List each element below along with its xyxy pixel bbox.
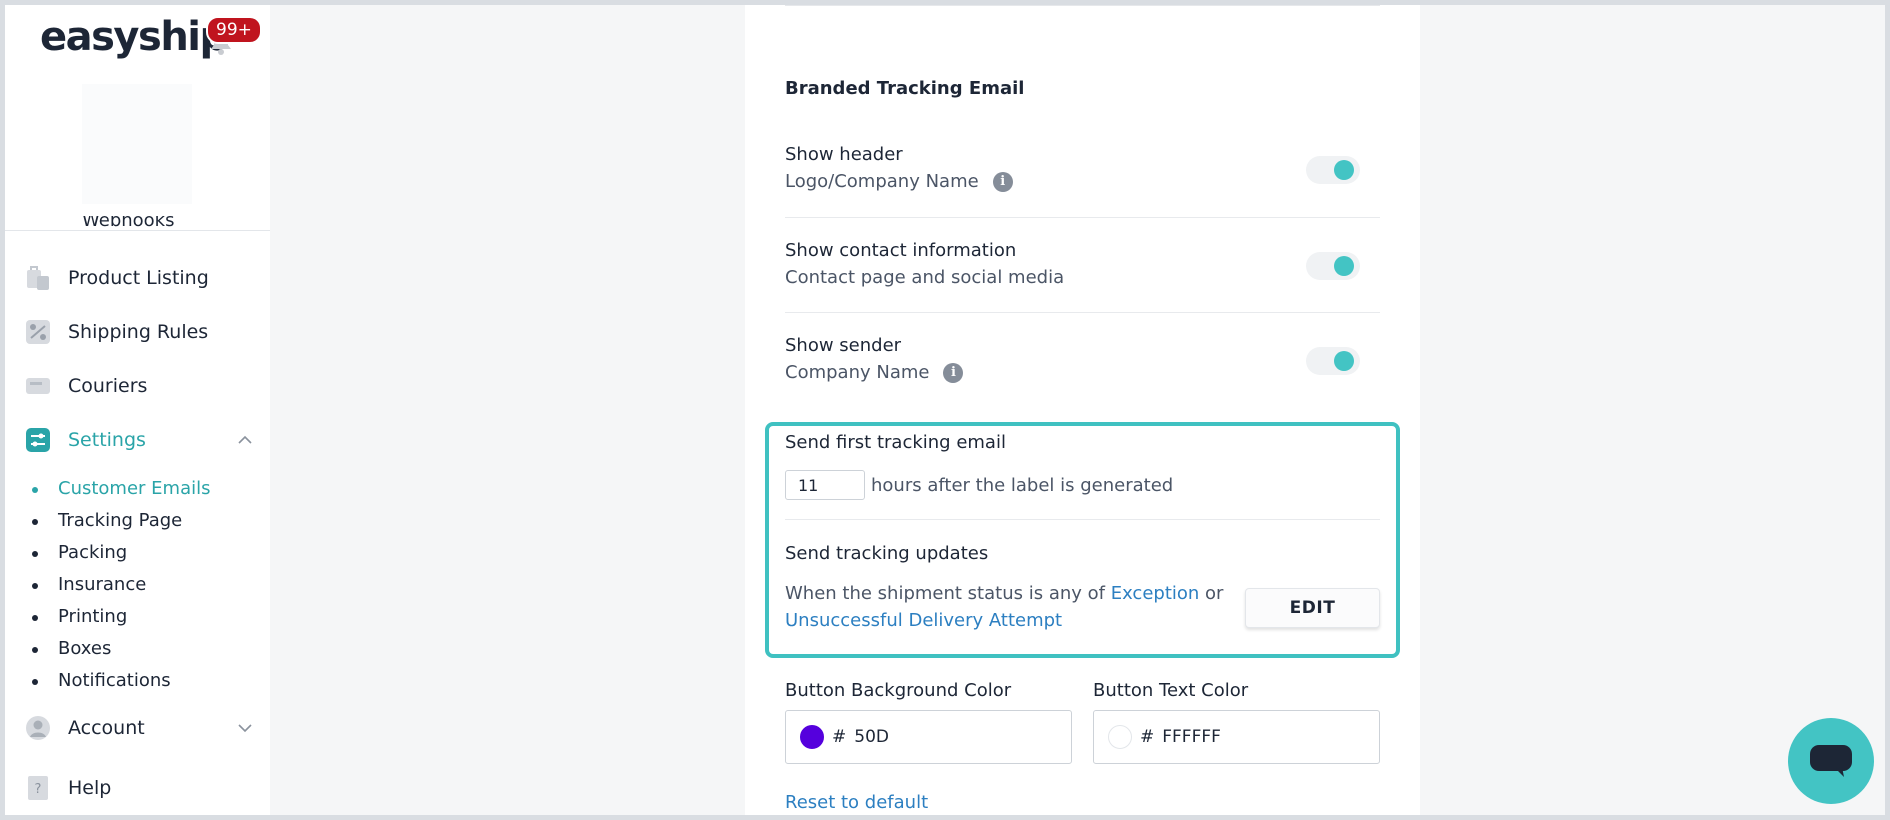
- button-text-label: Button Text Color: [1093, 680, 1249, 701]
- sidebar-item-product-listing[interactable]: Product Listing: [24, 263, 254, 293]
- sidebar-item-label: Webhooks: [82, 216, 175, 230]
- option-sub: Contact page and social media: [785, 264, 1380, 292]
- easyship-logo[interactable]: easyship: [40, 14, 231, 60]
- chevron-up-icon[interactable]: [236, 431, 254, 449]
- hours-row: hours after the label is generated: [785, 470, 1173, 500]
- first-email-section: Send first tracking email: [785, 430, 1380, 456]
- product-listing-icon: [27, 266, 49, 290]
- brand-name: easyship: [40, 14, 228, 60]
- option-sub: Logo/Company Name i: [785, 168, 1380, 196]
- submenu-tracking-page[interactable]: Tracking Page: [28, 505, 210, 537]
- sidebar-item-label: Couriers: [68, 375, 148, 397]
- sidebar-item-couriers[interactable]: Couriers: [24, 371, 254, 401]
- submenu-notifications[interactable]: Notifications: [28, 665, 210, 697]
- sidebar-item-label: Shipping Rules: [68, 321, 209, 343]
- divider: [785, 4, 1380, 6]
- color-value: 50D: [854, 727, 889, 747]
- first-email-label: Send first tracking email: [785, 432, 1006, 453]
- option-description: Contact page and social media: [785, 267, 1065, 288]
- toggle-knob: [1334, 160, 1354, 180]
- settings-submenu: Customer Emails Tracking Page Packing In…: [28, 473, 210, 697]
- status-unsuccessful-link[interactable]: Unsuccessful Delivery Attempt: [785, 610, 1062, 631]
- account-icon: [26, 716, 50, 740]
- option-show-contact: Show contact information Contact page an…: [785, 238, 1380, 292]
- color-swatch[interactable]: [1108, 725, 1132, 749]
- sidebar-item-help[interactable]: ? Help: [24, 773, 254, 803]
- tracking-updates-label: Send tracking updates: [785, 543, 989, 564]
- sidebar-item-webhooks[interactable]: Webhooks: [42, 216, 174, 230]
- customer-emails-card: Branded Tracking Email Show header Logo/…: [745, 0, 1420, 820]
- settings-icon: [26, 428, 50, 452]
- show-contact-toggle[interactable]: [1306, 252, 1360, 280]
- submenu-printing[interactable]: Printing: [28, 601, 210, 633]
- shipping-rules-icon: [26, 320, 50, 344]
- updates-prefix: When the shipment status is any of: [785, 583, 1105, 604]
- svg-text:?: ?: [35, 782, 42, 797]
- sidebar-item-settings[interactable]: Settings: [24, 425, 254, 455]
- option-description: Company Name: [785, 362, 930, 383]
- sidebar-item-shipping-rules[interactable]: Shipping Rules: [24, 317, 254, 347]
- option-description: Logo/Company Name: [785, 171, 979, 192]
- chat-button[interactable]: [1788, 718, 1874, 804]
- tracking-updates-section: Send tracking updates: [785, 541, 1380, 567]
- button-bg-color-field[interactable]: # 50D: [785, 710, 1072, 764]
- sidebar-item-label: Product Listing: [68, 267, 209, 289]
- submenu-packing[interactable]: Packing: [28, 537, 210, 569]
- option-show-sender: Show sender Company Name i: [785, 333, 1380, 387]
- hash-symbol: #: [1140, 727, 1155, 747]
- sidebar-item-label: Settings: [68, 429, 146, 451]
- divider: [785, 312, 1380, 313]
- edit-button[interactable]: EDIT: [1245, 588, 1380, 628]
- submenu-insurance[interactable]: Insurance: [28, 569, 210, 601]
- button-bg-label: Button Background Color: [785, 680, 1012, 701]
- sidebar-item-account[interactable]: Account: [24, 713, 254, 743]
- chevron-down-icon[interactable]: [236, 719, 254, 737]
- divider: [785, 519, 1380, 520]
- status-exception-link[interactable]: Exception: [1111, 583, 1200, 604]
- divider: [785, 217, 1380, 218]
- help-icon: ?: [28, 776, 48, 800]
- updates-connector: or: [1205, 583, 1224, 604]
- option-label: Show header: [785, 144, 903, 165]
- chat-icon: [1810, 745, 1852, 777]
- sidebar-item-label: Account: [68, 717, 145, 739]
- section-title: Branded Tracking Email: [785, 78, 1025, 99]
- info-icon[interactable]: i: [992, 172, 1013, 192]
- button-text-color-field[interactable]: # FFFFFF: [1093, 710, 1380, 764]
- hash-symbol: #: [832, 727, 847, 747]
- option-sub: Company Name i: [785, 359, 1380, 387]
- color-value: FFFFFF: [1162, 727, 1221, 747]
- reset-to-default-link[interactable]: Reset to default: [785, 792, 928, 813]
- notification-badge[interactable]: 99+: [206, 16, 262, 44]
- sidebar-divider: [0, 230, 270, 231]
- option-label: Show contact information: [785, 240, 1017, 261]
- show-header-toggle[interactable]: [1306, 156, 1360, 184]
- tracking-updates-description: When the shipment status is any of Excep…: [785, 580, 1225, 634]
- company-logo-placeholder: [82, 84, 192, 204]
- color-swatch[interactable]: [800, 725, 824, 749]
- toggle-knob: [1334, 256, 1354, 276]
- info-icon[interactable]: i: [943, 363, 964, 383]
- hours-input[interactable]: [785, 470, 865, 500]
- option-show-header: Show header Logo/Company Name i: [785, 142, 1380, 196]
- sidebar: easyship 99+ Webhooks Product Listing Sh…: [0, 0, 270, 820]
- couriers-icon: [26, 378, 50, 394]
- hours-suffix: hours after the label is generated: [871, 474, 1174, 496]
- submenu-boxes[interactable]: Boxes: [28, 633, 210, 665]
- sidebar-item-label: Help: [68, 777, 112, 799]
- option-label: Show sender: [785, 335, 902, 356]
- submenu-customer-emails[interactable]: Customer Emails: [28, 473, 210, 505]
- show-sender-toggle[interactable]: [1306, 347, 1360, 375]
- toggle-knob: [1334, 351, 1354, 371]
